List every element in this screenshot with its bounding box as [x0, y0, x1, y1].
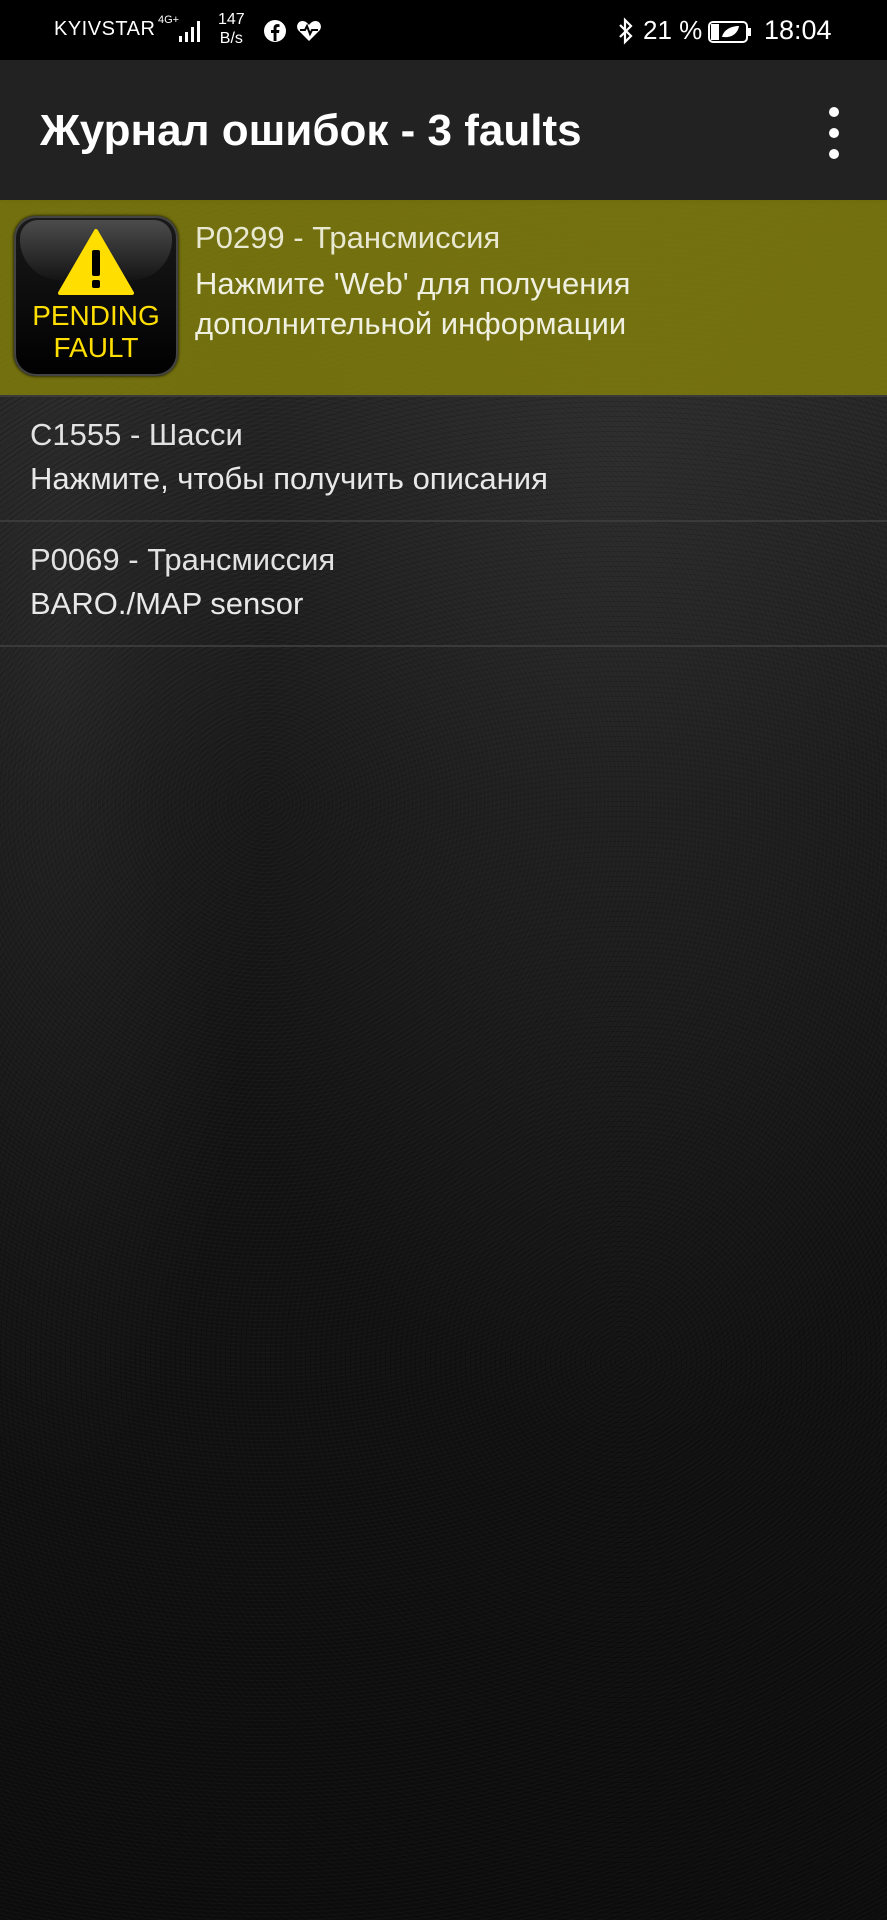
speed-value: 147	[218, 11, 245, 28]
clock: 18:04	[764, 15, 832, 45]
warning-triangle-icon	[58, 229, 134, 295]
battery-percent: 21 %	[643, 15, 703, 45]
fault-list-item[interactable]: C1555 - Шасси Нажмите, чтобы получить оп…	[0, 397, 887, 522]
fault-description: Нажмите 'Web' для получения дополнительн…	[195, 266, 631, 341]
bluetooth-icon	[619, 17, 633, 45]
carrier-label: KYIVSTAR	[54, 18, 156, 40]
overflow-menu-icon[interactable]	[816, 105, 852, 161]
fault-list-item[interactable]: P0069 - Трансмиссия BARO./MAP sensor	[0, 522, 887, 647]
fault-description: BARO./MAP sensor	[30, 586, 304, 621]
health-icon	[297, 21, 321, 41]
battery-saver-icon	[708, 21, 751, 43]
fault-list: PENDING FAULT P0299 - Трансмиссия Нажмит…	[0, 200, 887, 647]
status-bar: KYIVSTAR 4G+ 147 B/s 21 % 18:04	[0, 0, 887, 60]
fault-code-title: P0299 - Трансмиссия	[195, 220, 501, 255]
facebook-icon	[264, 20, 286, 42]
badge-label-line1: PENDING	[32, 300, 160, 331]
pending-fault-badge: PENDING FAULT	[14, 216, 178, 376]
network-type-label: 4G+	[158, 14, 180, 26]
app-bar: Журнал ошибок - 3 faults	[0, 60, 887, 200]
badge-label-line2: FAULT	[53, 332, 139, 363]
fault-description: Нажмите, чтобы получить описания	[30, 461, 548, 496]
network-speed: 147 B/s	[218, 10, 245, 48]
page-title: Журнал ошибок - 3 faults	[40, 106, 582, 155]
signal-icon	[179, 21, 200, 42]
fault-code-title: C1555 - Шасси	[30, 417, 243, 452]
fault-list-item[interactable]: PENDING FAULT P0299 - Трансмиссия Нажмит…	[0, 200, 887, 397]
fault-code-title: P0069 - Трансмиссия	[30, 542, 336, 577]
speed-unit: B/s	[219, 30, 243, 47]
